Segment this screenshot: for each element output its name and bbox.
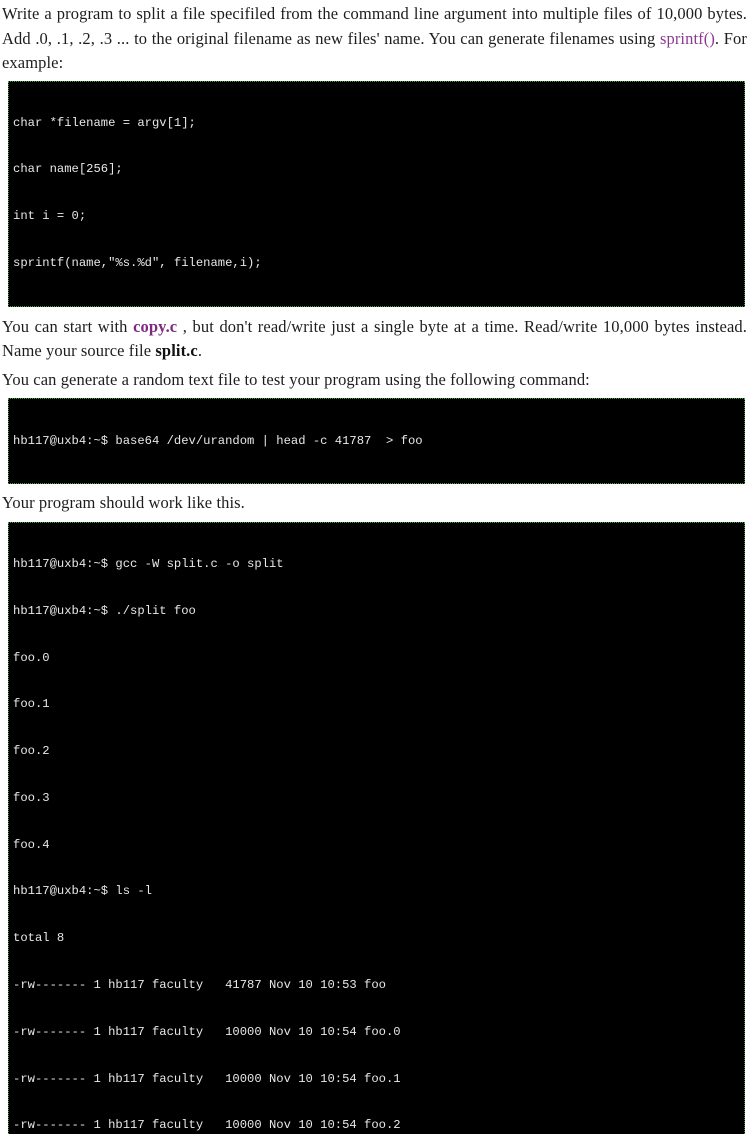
code-line: char name[256];: [13, 162, 123, 177]
terminal-line: hb117@uxb4:~$ ./split foo: [13, 603, 196, 618]
terminal-line: -rw------- 1 hb117 faculty 10000 Nov 10 …: [13, 1118, 401, 1133]
assignment-page: Write a program to split a file specifil…: [0, 0, 753, 1134]
terminal-line: hb117@uxb4:~$ gcc -W split.c -o split: [13, 556, 284, 571]
intro-text-part-1: Write a program to split a file specifil…: [2, 4, 747, 48]
terminal-line: foo.1: [13, 697, 50, 712]
terminal-line: foo.2: [13, 744, 50, 759]
code-line: char *filename = argv[1];: [13, 115, 196, 130]
copy-c-link[interactable]: copy.c: [133, 317, 177, 336]
work-like-this-paragraph: Your program should work like this.: [2, 493, 245, 513]
code-example-block: char *filename = argv[1]; char name[256]…: [8, 80, 745, 307]
code-line: int i = 0;: [13, 209, 87, 224]
start-text-part-1: You can start with: [2, 316, 134, 336]
split-c-filename: split.c: [155, 341, 198, 361]
terminal-line: foo.4: [13, 837, 50, 852]
terminal-line: hb117@uxb4:~$ ls -l: [13, 884, 152, 899]
code-line: sprintf(name,"%s.%d", filename,i);: [13, 256, 262, 271]
start-text-part-3: .: [197, 341, 203, 361]
code-line: hb117@uxb4:~$ base64 /dev/urandom | head…: [13, 433, 423, 448]
terminal-session-block: hb117@uxb4:~$ gcc -W split.c -o split hb…: [8, 521, 745, 1134]
terminal-line: foo.3: [13, 790, 50, 805]
random-file-paragraph: You can generate a random text file to t…: [2, 369, 590, 389]
intro-paragraph: Write a program to split a file specifil…: [0, 0, 753, 76]
start-paragraph: You can start with copy.c , but don't re…: [0, 315, 753, 364]
terminal-line: -rw------- 1 hb117 faculty 41787 Nov 10 …: [13, 978, 386, 992]
terminal-line: foo.0: [13, 650, 50, 665]
terminal-line: -rw------- 1 hb117 faculty 10000 Nov 10 …: [13, 1024, 401, 1039]
terminal-line: total 8: [13, 931, 65, 946]
generate-command-block: hb117@uxb4:~$ base64 /dev/urandom | head…: [8, 398, 745, 485]
terminal-line: -rw------- 1 hb117 faculty 10000 Nov 10 …: [13, 1071, 401, 1086]
sprintf-link[interactable]: sprintf(): [660, 29, 715, 48]
